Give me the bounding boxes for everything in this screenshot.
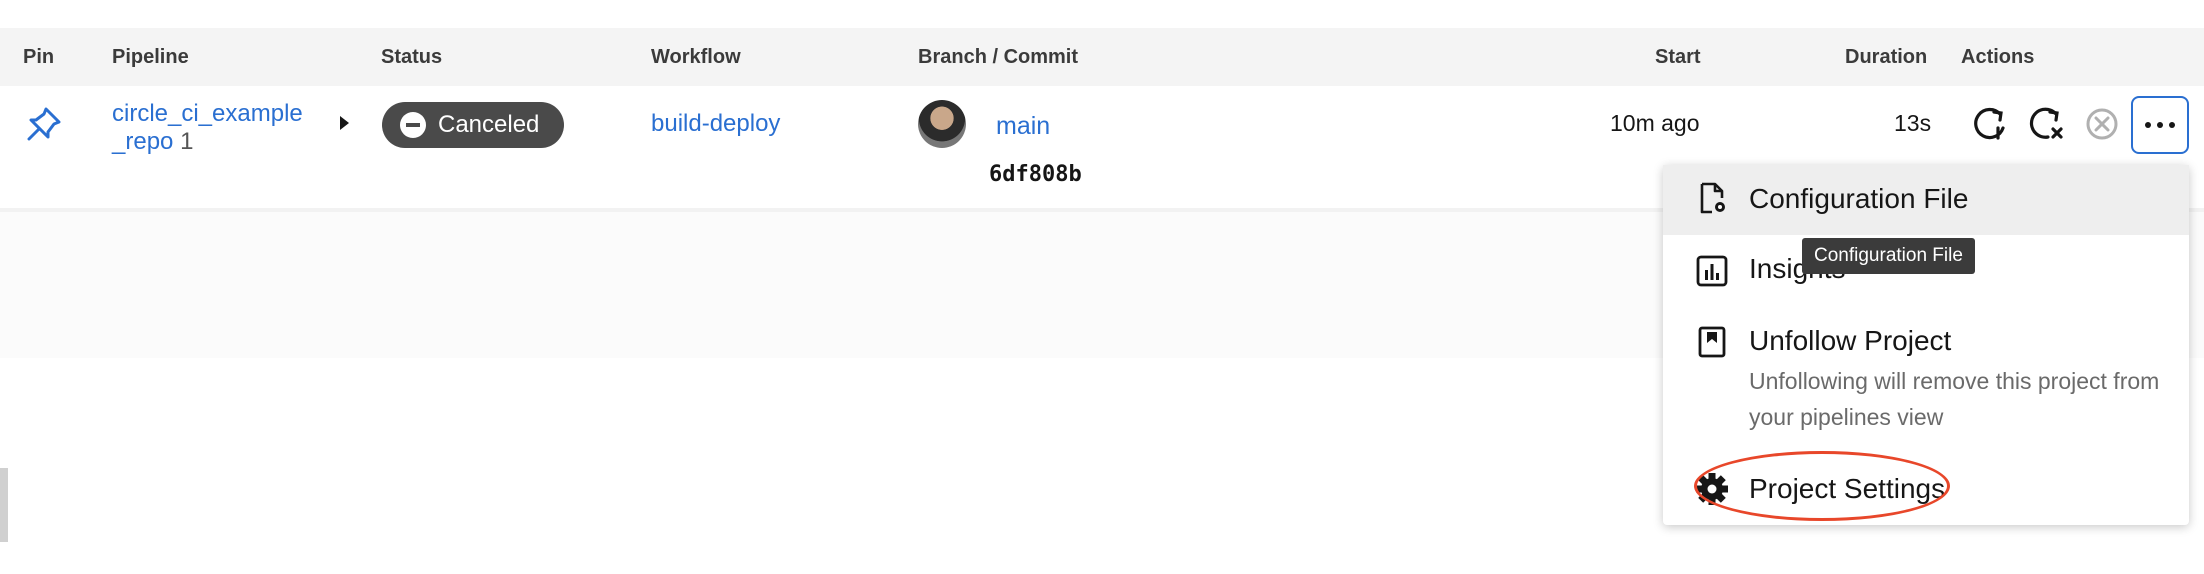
start-time: 10m ago	[1610, 110, 1700, 136]
status-badge[interactable]: Canceled	[382, 102, 564, 148]
cancel-icon[interactable]	[2084, 106, 2120, 142]
scrollbar[interactable]	[0, 468, 8, 542]
branch-link[interactable]: main	[996, 112, 1050, 141]
duration: 13s	[1894, 110, 1932, 136]
annotation-highlight-ellipse	[1694, 451, 1950, 521]
menu-label: Configuration File	[1749, 183, 1969, 214]
pipeline-number: 1	[180, 128, 194, 155]
rerun-failed-icon[interactable]	[2026, 104, 2066, 144]
more-actions-button[interactable]	[2131, 96, 2189, 154]
header-status: Status	[381, 46, 443, 68]
header-pin: Pin	[23, 46, 55, 68]
status-label: Canceled	[438, 111, 540, 138]
header-start: Start	[1655, 46, 1701, 68]
header-pipeline: Pipeline	[112, 46, 189, 68]
commit-hash[interactable]: 6df808b	[989, 162, 1082, 187]
menu-description: Unfollowing will remove this project fro…	[1749, 368, 2160, 430]
header-duration: Duration	[1845, 46, 1928, 68]
expand-caret-icon[interactable]	[340, 116, 349, 130]
menu-item-configuration-file[interactable]: Configuration File	[1663, 165, 2189, 235]
menu-item-unfollow-project[interactable]: Unfollow Project Unfollowing will remove…	[1663, 307, 2189, 447]
menu-label: Unfollow Project	[1749, 325, 1952, 356]
header-actions: Actions	[1961, 46, 2035, 68]
pipeline-link[interactable]: circle_ci_example_repo 1	[112, 100, 312, 156]
workflow-link[interactable]: build-deploy	[651, 110, 780, 138]
tooltip: Configuration File	[1802, 238, 1975, 274]
config-file-icon	[1700, 182, 1725, 214]
table-header: Pin Pipeline Status Workflow Branch / Co…	[0, 28, 2204, 86]
rerun-icon[interactable]	[1970, 104, 2010, 144]
avatar	[918, 100, 966, 148]
canceled-icon	[400, 112, 426, 138]
pin-icon[interactable]	[24, 104, 64, 144]
more-icon	[2145, 122, 2151, 128]
bookmark-icon	[1698, 326, 1726, 358]
pipeline-name[interactable]: circle_ci_example_repo	[112, 100, 303, 155]
header-workflow: Workflow	[651, 46, 741, 68]
header-branch-commit: Branch / Commit	[918, 46, 1079, 68]
insights-icon	[1696, 255, 1728, 287]
